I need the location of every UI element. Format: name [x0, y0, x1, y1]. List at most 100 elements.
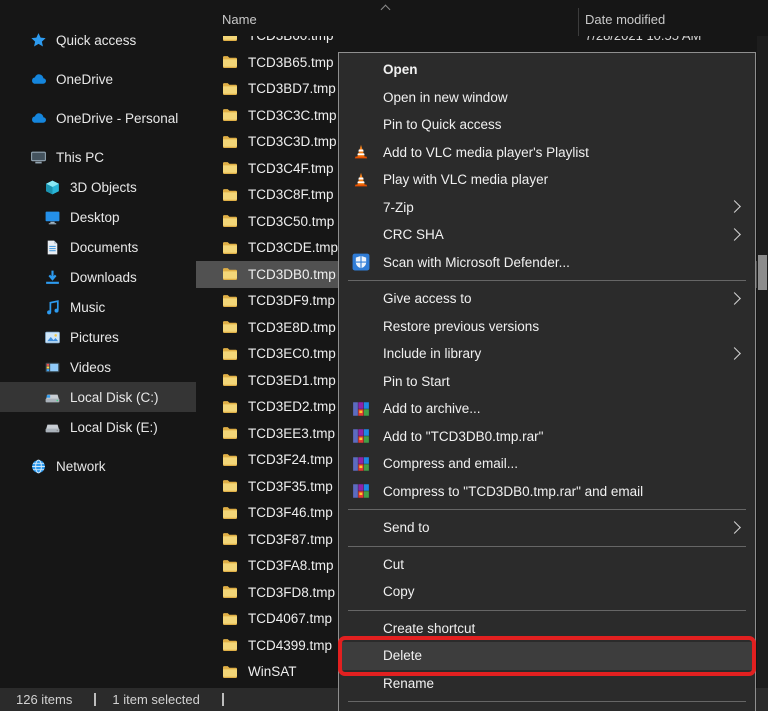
sidebar-item-onedrive-personal[interactable]: OneDrive - Personal — [0, 103, 196, 133]
quick-access-star-icon — [30, 32, 47, 49]
sidebar-item-this-pc[interactable]: This PC — [0, 142, 196, 172]
folder-icon — [222, 319, 238, 335]
context-menu-item-crc-sha[interactable]: CRC SHA — [339, 221, 755, 249]
context-menu-item-create-shortcut[interactable]: Create shortcut — [339, 615, 755, 643]
column-header-date-modified[interactable]: Date modified — [585, 12, 665, 27]
menu-item-label: Cut — [383, 556, 405, 572]
sidebar-item-label: Local Disk (E:) — [70, 419, 158, 435]
context-menu-item-cut[interactable]: Cut — [339, 551, 755, 579]
context-menu-item-open-in-new-window[interactable]: Open in new window — [339, 84, 755, 112]
sidebar: Quick access OneDrive OneDrive - Personal T… — [0, 0, 196, 688]
vlc-cone-icon — [339, 171, 383, 189]
folder-icon — [222, 266, 238, 282]
menu-item-label: Open — [383, 62, 418, 78]
sidebar-item-documents[interactable]: Documents — [0, 232, 196, 262]
folder-icon — [222, 213, 238, 229]
status-divider — [94, 693, 97, 706]
context-menu-item-send-to[interactable]: Send to — [339, 514, 755, 542]
sidebar-item-label: Music — [70, 299, 106, 315]
status-divider — [221, 693, 224, 706]
file-name: TCD3ED1.tmp — [248, 372, 336, 388]
menu-item-label: Add to VLC media player's Playlist — [383, 144, 589, 160]
sort-ascending-icon — [382, 3, 390, 11]
menu-separator — [348, 609, 746, 611]
context-menu-item-pin-to-quick-access[interactable]: Pin to Quick access — [339, 111, 755, 139]
sidebar-item-label: Videos — [70, 359, 112, 375]
folder-icon — [222, 372, 238, 388]
context-menu-item-scan-with-microsoft-defender[interactable]: Scan with Microsoft Defender... — [339, 249, 755, 277]
menu-item-label: Scan with Microsoft Defender... — [383, 254, 570, 270]
file-name: TCD3F87.tmp — [248, 531, 333, 547]
folder-icon — [222, 134, 238, 150]
file-row-partial[interactable]: TCD3B60.tmp 7/28/2021 10:55 AM — [196, 36, 768, 49]
sidebar-item-label: 3D Objects — [70, 179, 137, 195]
sidebar-item-label: OneDrive - Personal — [56, 110, 179, 126]
sidebar-item-downloads[interactable]: Downloads — [0, 262, 196, 292]
menu-separator — [348, 509, 746, 510]
file-name: TCD4399.tmp — [248, 637, 333, 653]
folder-icon — [222, 346, 238, 362]
context-menu-item-restore-previous-versions[interactable]: Restore previous versions — [339, 313, 755, 341]
menu-item-label: Compress and email... — [383, 456, 519, 472]
menu-item-label: Restore previous versions — [383, 318, 540, 334]
sidebar-item-pictures[interactable]: Pictures — [0, 322, 196, 352]
sidebar-item-local-disk-c[interactable]: Local Disk (C:) — [0, 382, 196, 412]
menu-item-label: Add to "TCD3DB0.tmp.rar" — [383, 428, 544, 444]
file-name: TCD3C50.tmp — [248, 213, 335, 229]
context-menu-item-include-in-library[interactable]: Include in library — [339, 340, 755, 368]
menu-separator — [348, 545, 746, 547]
winrar-icon — [339, 455, 383, 473]
sidebar-item-label: Local Disk (C:) — [70, 389, 159, 405]
winrar-icon — [339, 400, 383, 418]
context-menu-item-pin-to-start[interactable]: Pin to Start — [339, 368, 755, 396]
sidebar-item-videos[interactable]: Videos — [0, 352, 196, 382]
downloads-arrow-icon — [44, 269, 61, 286]
folder-icon — [222, 425, 238, 441]
defender-shield-icon — [339, 253, 383, 271]
menu-item-label: Play with VLC media player — [383, 172, 549, 188]
vertical-scrollbar[interactable] — [757, 36, 768, 688]
scrollbar-thumb[interactable] — [758, 255, 767, 290]
folder-icon — [222, 54, 238, 70]
sidebar-item-quick-access[interactable]: Quick access — [0, 25, 196, 55]
context-menu-item-compress-to-tcd3db0-tmp-rar-and-email[interactable]: Compress to "TCD3DB0.tmp.rar" and email — [339, 478, 755, 506]
context-menu-item-7-zip[interactable]: 7-Zip — [339, 194, 755, 222]
folder-icon — [222, 399, 238, 415]
context-menu-item-copy[interactable]: Copy — [339, 578, 755, 606]
sidebar-item-3d-objects[interactable]: 3D Objects — [0, 172, 196, 202]
file-name: TCD3F46.tmp — [248, 505, 333, 521]
status-items-count: 126 items — [16, 692, 73, 707]
sidebar-item-onedrive[interactable]: OneDrive — [0, 64, 196, 94]
context-menu-item-add-to-archive[interactable]: Add to archive... — [339, 395, 755, 423]
file-name: TCD3F35.tmp — [248, 478, 333, 494]
file-name: TCD4067.tmp — [248, 611, 333, 627]
vlc-cone-icon — [339, 143, 383, 161]
sidebar-item-local-disk-e[interactable]: Local Disk (E:) — [0, 412, 196, 442]
file-name: TCD3F24.tmp — [248, 452, 333, 468]
context-menu-item-rename[interactable]: Rename — [339, 670, 755, 698]
sidebar-item-desktop[interactable]: Desktop — [0, 202, 196, 232]
file-name: TCD3EC0.tmp — [248, 346, 336, 362]
context-menu-item-add-to-tcd3db0-tmp-rar[interactable]: Add to "TCD3DB0.tmp.rar" — [339, 423, 755, 451]
folder-icon — [222, 664, 238, 680]
winrar-icon — [339, 482, 383, 500]
file-name: TCD3DB0.tmp — [248, 266, 336, 282]
menu-item-label: Add to archive... — [383, 401, 481, 417]
file-name: TCD3C3C.tmp — [248, 107, 337, 123]
3d-objects-cube-icon — [44, 179, 61, 196]
context-menu-item-compress-and-email[interactable]: Compress and email... — [339, 450, 755, 478]
column-header-name[interactable]: Name — [222, 12, 257, 27]
context-menu-item-play-with-vlc-media-player[interactable]: Play with VLC media player — [339, 166, 755, 194]
sidebar-item-network[interactable]: Network — [0, 451, 196, 481]
sidebar-item-music[interactable]: Music — [0, 292, 196, 322]
column-divider[interactable] — [578, 8, 579, 36]
context-menu-item-open[interactable]: Open — [339, 56, 755, 84]
context-menu-item-delete[interactable]: Delete — [338, 636, 756, 676]
menu-item-label: Copy — [383, 584, 415, 600]
context-menu-item-add-to-vlc-media-player-s-playlist[interactable]: Add to VLC media player's Playlist — [339, 139, 755, 167]
folder-icon — [222, 505, 238, 521]
file-name: TCD3CDE.tmp — [248, 240, 339, 256]
folder-icon — [222, 293, 238, 309]
context-menu-item-give-access-to[interactable]: Give access to — [339, 285, 755, 313]
file-date-modified: 7/28/2021 10:55 AM — [585, 36, 701, 43]
